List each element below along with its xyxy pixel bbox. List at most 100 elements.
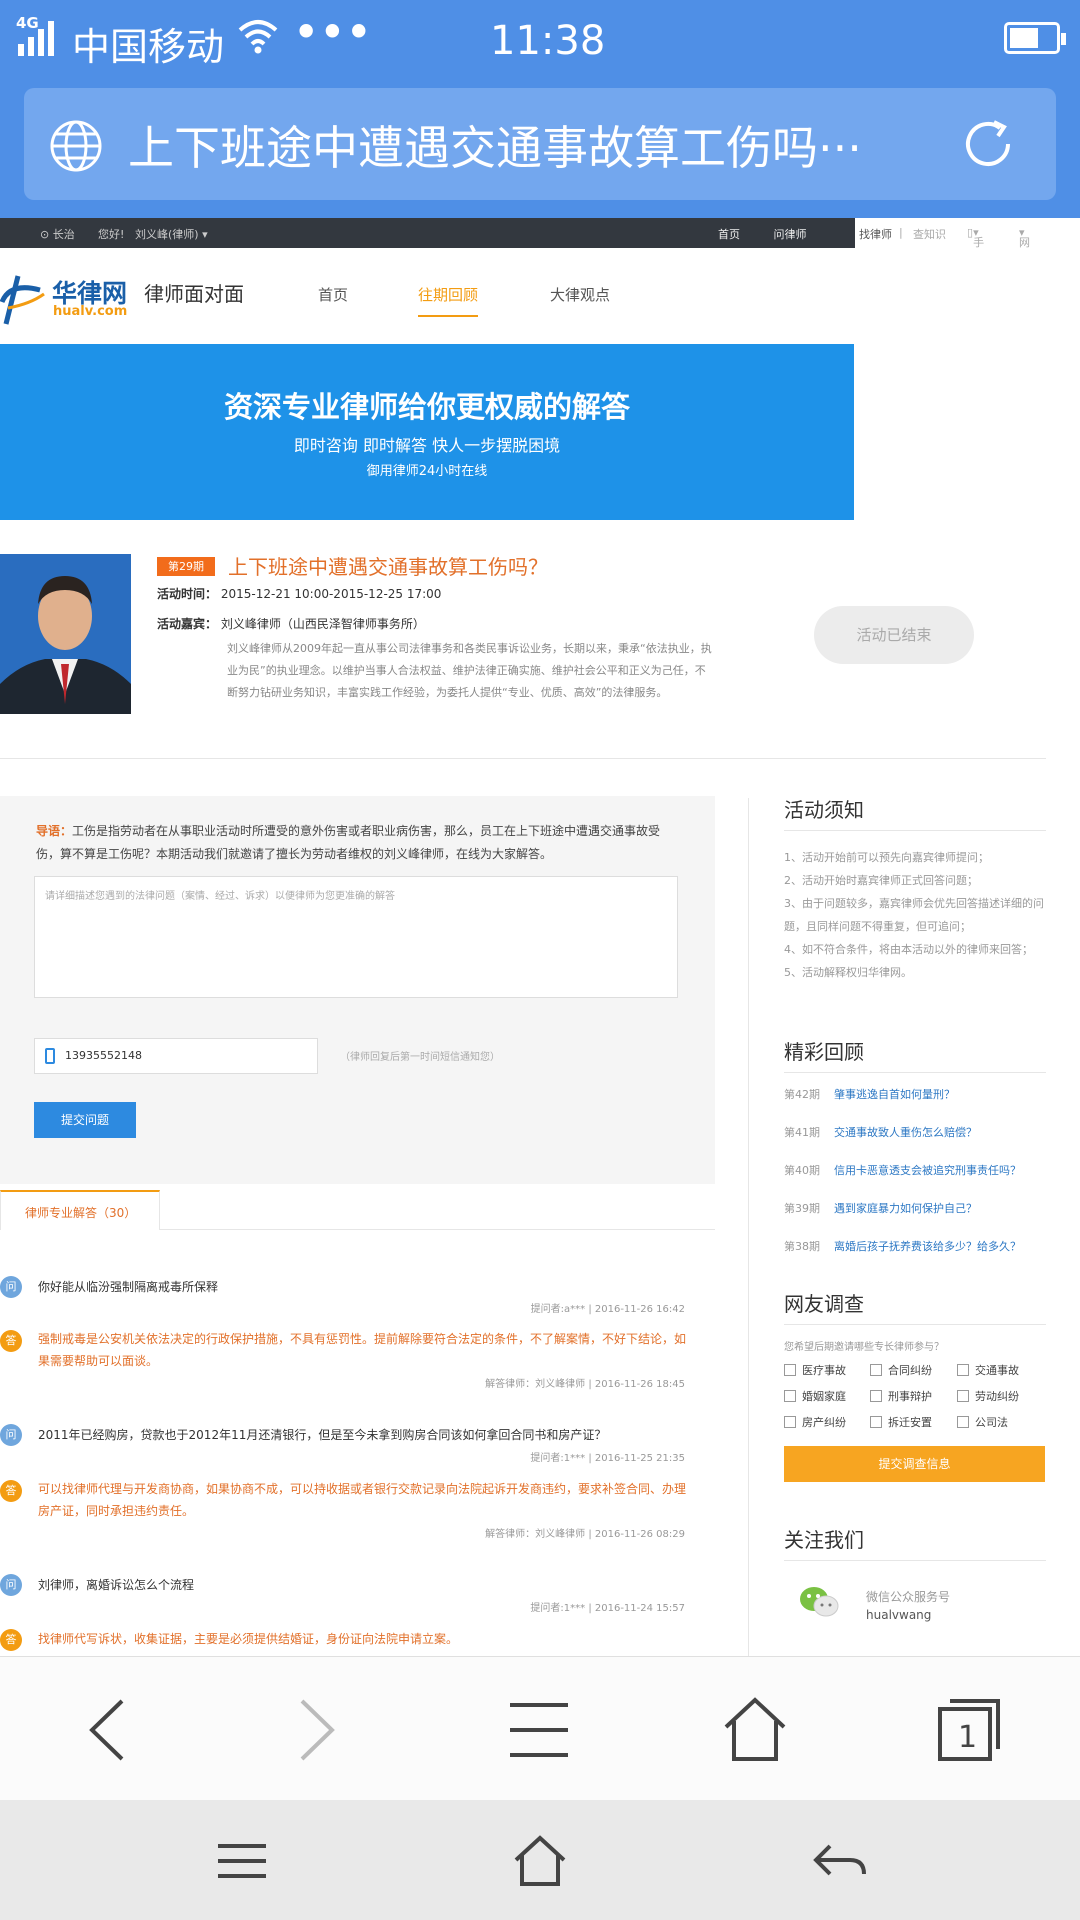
question-icon: 问 xyxy=(0,1574,22,1596)
logo-icon[interactable] xyxy=(0,272,48,328)
nav-past-issues[interactable]: 往期回顾 xyxy=(418,284,479,317)
question-meta: 提问者:1*** | 2016-11-25 21:35 xyxy=(530,1453,685,1464)
survey-title: 网友调查 xyxy=(784,1292,864,1316)
survey-option[interactable]: 拆迁安置 xyxy=(870,1414,932,1430)
lawyer-bio: 刘义峰律师从2009年起一直从事公司法律事务和各类民事诉讼业务，长期以来，秉承“… xyxy=(227,642,712,699)
system-back-icon[interactable] xyxy=(810,1834,870,1888)
tab-underline xyxy=(160,1229,715,1230)
rule-item: 4、如不符合条件，将由本活动以外的律师来回答； xyxy=(784,943,1033,956)
battery-icon xyxy=(1004,22,1066,54)
question-icon: 问 xyxy=(0,1424,22,1446)
survey-option[interactable]: 公司法 xyxy=(957,1414,1008,1430)
answer-text: 强制戒毒是公安机关依法决定的行政保护措施，不具有惩罚性。提前解除要符合法定的条件… xyxy=(38,1332,687,1368)
survey-option[interactable]: 交通事故 xyxy=(957,1362,1019,1378)
address-bar[interactable]: 上下班途中遭遇交通事故算工伤吗··· xyxy=(24,88,1056,200)
phone-field[interactable]: 13935552148 xyxy=(34,1038,318,1074)
survey-option[interactable]: 刑事辩护 xyxy=(870,1388,932,1404)
follow-title: 关注我们 xyxy=(784,1528,864,1552)
browser-toolbar: 上下班途中遭遇交通事故算工伤吗··· xyxy=(0,82,1080,218)
event-status-button[interactable]: 活动已结束 xyxy=(814,606,974,664)
clock: 11:38 xyxy=(490,18,606,64)
survey-option[interactable]: 房产纠纷 xyxy=(784,1414,846,1430)
banner-line3: 御用律师24小时在线 xyxy=(366,464,488,479)
reload-icon[interactable] xyxy=(958,114,1018,174)
topbar-nav-home[interactable]: 首页 xyxy=(718,228,740,241)
topbar-divider: | xyxy=(899,226,903,239)
nav-lawyer-views[interactable]: 大律观点 xyxy=(550,284,610,305)
review-title: 精彩回顾 xyxy=(784,1040,864,1064)
forward-icon[interactable] xyxy=(282,1695,352,1765)
banner-title: 资深专业律师给你更权威的解答 xyxy=(223,390,630,424)
submit-survey-button[interactable]: 提交调查信息 xyxy=(784,1446,1045,1482)
topbar-sitemap[interactable]: 网站导航▾ xyxy=(1019,226,1030,297)
back-icon[interactable] xyxy=(72,1695,142,1765)
system-nav-bar xyxy=(0,1800,1080,1920)
survey-option[interactable]: 合同纠纷 xyxy=(870,1362,932,1378)
rule-item: 5、活动解释权归华律网。 xyxy=(784,966,912,979)
question-form: 导语：工伤是指劳动者在从事职业活动时所遭受的意外伤害或者职业病伤害，那么，员工在… xyxy=(0,796,715,1184)
system-menu-icon[interactable] xyxy=(212,1834,272,1888)
topbar-mobile[interactable]: ▯手机华律▾ xyxy=(967,226,984,297)
event-guest: 活动嘉宾： 刘义峰律师（山西民泽智律师事务所） xyxy=(157,617,425,631)
rules-list: 1、活动开始前可以预先向嘉宾律师提问； 2、活动开始时嘉宾律师正式回答问题； 3… xyxy=(784,846,1049,984)
lawyer-photo xyxy=(0,554,131,714)
rules-underline xyxy=(784,830,1046,831)
lawyer-portrait xyxy=(0,554,131,714)
home-icon[interactable] xyxy=(720,1695,790,1765)
tab-count[interactable]: 1 xyxy=(958,1720,977,1755)
menu-icon[interactable] xyxy=(504,1695,574,1765)
site-header: 华律网 hualv.com 律师面对面 首页 往期回顾 大律观点 xyxy=(0,248,1080,344)
phone-hint: （律师回复后第一时间短信通知您） xyxy=(340,1052,500,1063)
wechat-icon[interactable] xyxy=(798,1584,840,1620)
rule-item: 2、活动开始时嘉宾律师正式回答问题； xyxy=(784,874,978,887)
review-item[interactable]: 第38期 离婚后孩子抚养费该给多少？给多久？ xyxy=(784,1238,1021,1254)
review-item[interactable]: 第42期 肇事逃逸自首如何量刑？ xyxy=(784,1086,955,1102)
carrier-name: 中国移动 xyxy=(72,25,225,69)
more-status-dots: ••• xyxy=(294,10,373,54)
survey-underline xyxy=(784,1324,1046,1325)
answer-icon: 答 xyxy=(0,1629,22,1651)
user-menu[interactable]: 刘义峰(律师) ▾ xyxy=(135,226,208,242)
browser-bottom-bar xyxy=(0,1656,1080,1800)
question-icon: 问 xyxy=(0,1276,22,1298)
answer-meta: 解答律师：刘义峰律师 | 2016-11-26 08:29 xyxy=(485,1529,685,1540)
question-meta: 提问者:a*** | 2016-11-26 16:42 xyxy=(530,1304,685,1315)
topbar-knowledge[interactable]: 查知识 xyxy=(913,226,946,242)
signal-icon xyxy=(18,21,54,56)
site-subtitle: 律师面对面 xyxy=(144,282,244,306)
topbar-nav-find[interactable]: 找律师 xyxy=(859,226,892,242)
review-item[interactable]: 第39期 遇到家庭暴力如何保护自己？ xyxy=(784,1200,977,1216)
tab-lawyer-answers[interactable]: 律师专业解答（30） xyxy=(0,1190,160,1230)
issue-badge: 第29期 xyxy=(157,557,215,576)
intro-text: 导语：工伤是指劳动者在从事职业活动时所遭受的意外伤害或者职业病伤害，那么，员工在… xyxy=(36,824,661,861)
system-home-icon[interactable] xyxy=(510,1834,570,1888)
review-item[interactable]: 第40期 信用卡恶意透支会被追究刑事责任吗？ xyxy=(784,1162,1021,1178)
survey-option[interactable]: 医疗事故 xyxy=(784,1362,846,1378)
location-link[interactable]: ⊙ 长治 xyxy=(40,226,75,242)
review-underline xyxy=(784,1072,1046,1073)
answer-icon: 答 xyxy=(0,1480,22,1502)
column-divider xyxy=(748,798,749,1656)
rule-item: 1、活动开始前可以预先向嘉宾律师提问； xyxy=(784,851,989,864)
review-item[interactable]: 第41期 交通事故致人重伤怎么赔偿？ xyxy=(784,1124,977,1140)
answer-icon: 答 xyxy=(0,1330,22,1352)
question-text: 2011年已经购房，贷款也于2012年11月还清银行，但是至今未拿到购房合同该如… xyxy=(38,1428,607,1442)
promo-banner[interactable]: 资深专业律师给你更权威的解答 即时咨询 即时解答 快人一步摆脱困境 御用律师24… xyxy=(0,344,854,520)
question-textarea[interactable]: 请详细描述您遇到的法律问题（案情、经过、诉求）以便律师为您更准确的解答 xyxy=(34,876,678,998)
topbar-nav-ask[interactable]: 问律师 xyxy=(774,228,807,241)
event-title: 上下班途中遭遇交通事故算工伤吗？ xyxy=(228,555,548,579)
topbar-nav: 首页 问律师 xyxy=(718,226,837,242)
site-topbar: ⊙ 长治 您好! 刘义峰(律师) ▾ 首页 问律师 找律师 | 查知识 ▯手机华… xyxy=(0,218,1080,297)
survey-question: 您希望后期邀请哪些专长律师参与？ xyxy=(784,1342,944,1353)
follow-underline xyxy=(784,1560,1046,1561)
survey-option[interactable]: 婚姻家庭 xyxy=(784,1388,846,1404)
rules-title: 活动须知 xyxy=(784,798,864,822)
submit-question-button[interactable]: 提交问题 xyxy=(34,1102,136,1138)
nav-home[interactable]: 首页 xyxy=(318,284,348,305)
survey-option[interactable]: 劳动纠纷 xyxy=(957,1388,1019,1404)
topbar-right: 找律师 | 查知识 ▯手机华律▾ 网站导航▾ xyxy=(855,218,1080,297)
question-text: 你好能从临汾强制隔离戒毒所保释 xyxy=(38,1280,219,1294)
answer-text: 可以找律师代理与开发商协商，如果协商不成，可以持收据或者银行交款记录向法院起诉开… xyxy=(38,1482,687,1518)
page-title[interactable]: 上下班途中遭遇交通事故算工伤吗··· xyxy=(128,112,918,178)
follow-account-id: hualvwang xyxy=(866,1608,932,1622)
